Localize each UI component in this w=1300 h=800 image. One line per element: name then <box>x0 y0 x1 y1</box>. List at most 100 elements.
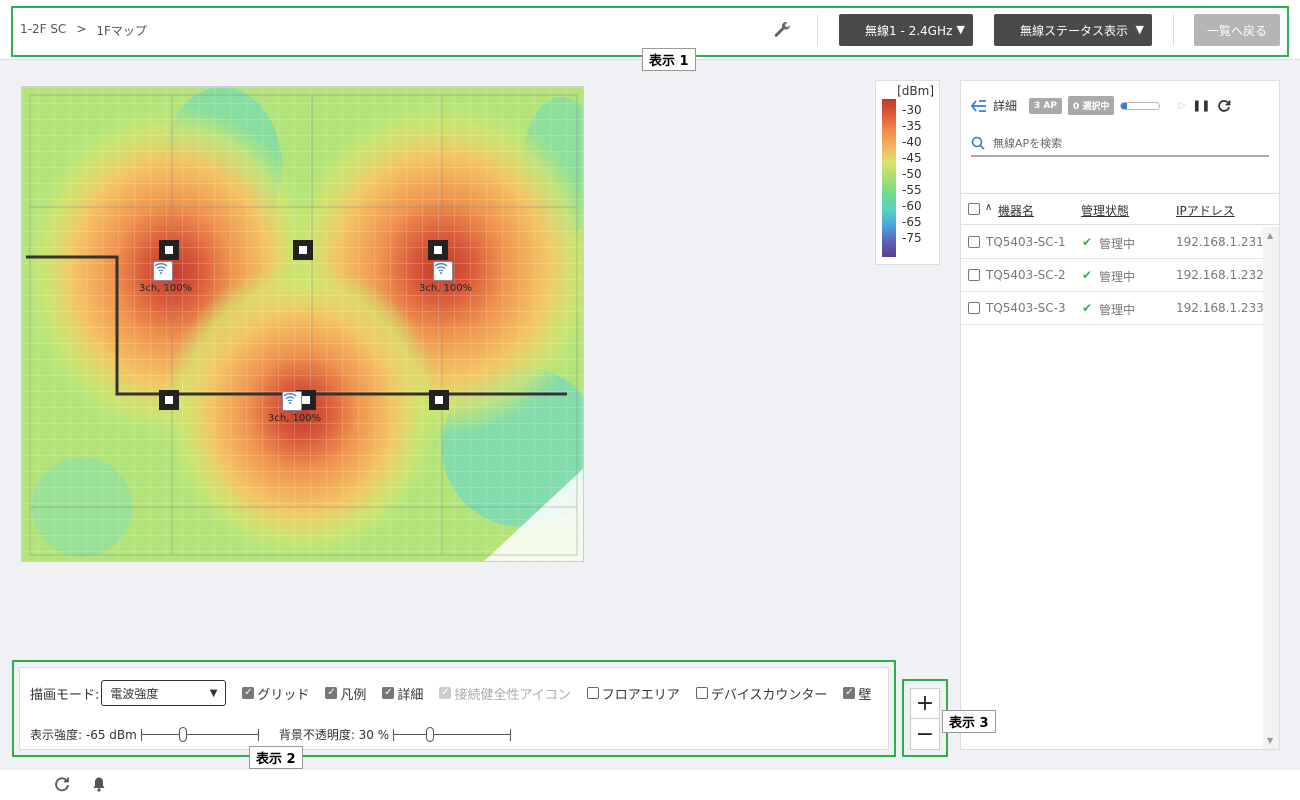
select-all-checkbox[interactable] <box>968 203 980 215</box>
wall-checkbox[interactable]: ✓ 壁 <box>843 684 871 703</box>
floor-area-checkbox[interactable]: フロアエリア <box>586 684 680 703</box>
refresh-progress-bar <box>1120 101 1161 110</box>
collapse-panel-icon[interactable] <box>971 99 987 112</box>
selected-count-badge: 0 選択中 <box>1067 96 1115 115</box>
check-icon: ✔ <box>1082 301 1093 315</box>
ap-name: TQ5403-SC-2 <box>986 268 1066 282</box>
ap-ip: 192.168.1.233 <box>1176 301 1264 315</box>
strength-slider[interactable] <box>140 726 259 742</box>
wifi-ap-icon[interactable] <box>153 261 173 281</box>
callout-label-1: 表示 1 <box>642 48 696 71</box>
legend-tick: -45 <box>902 151 922 165</box>
refresh-icon[interactable] <box>1217 99 1231 113</box>
grid-checkbox[interactable]: ✓ グリッド <box>242 684 309 703</box>
dropdown-arrow-icon: ▼ <box>1135 23 1144 36</box>
floor-heatmap[interactable]: 3ch, 100% 3ch, 100% 3ch, 100% <box>21 86 584 562</box>
wrench-icon[interactable] <box>772 20 792 40</box>
check-icon: ✔ <box>1082 268 1093 282</box>
zoom-controls: + − <box>910 688 940 750</box>
panel-header: 詳細 3 AP 0 選択中 ▷ ❚❚ <box>971 96 1231 115</box>
column-header-name[interactable]: 機器名 <box>998 202 1034 219</box>
legend-tick: -65 <box>902 215 922 229</box>
zoom-in-button[interactable]: + <box>911 689 939 719</box>
ap-status: 管理中 <box>1099 237 1136 251</box>
play-icon[interactable]: ▷ <box>1178 100 1186 111</box>
slider-end <box>510 728 512 741</box>
slider-end <box>257 728 259 741</box>
strength-label: 表示強度: -65 dBm <box>30 728 137 742</box>
column-header-status[interactable]: 管理状態 <box>1081 202 1129 219</box>
checkbox-label: 壁 <box>858 687 872 703</box>
table-row[interactable]: TQ5403-SC-1 ✔ 管理中 192.168.1.231 <box>961 226 1264 259</box>
slider-thumb[interactable] <box>426 726 435 742</box>
checkbox-label: 凡例 <box>340 687 367 703</box>
back-to-list-button[interactable]: 一覧へ戻る <box>1194 14 1280 46</box>
slider-thumb[interactable] <box>179 726 188 742</box>
legend-tick: -55 <box>902 183 922 197</box>
pause-icon[interactable]: ❚❚ <box>1192 99 1210 112</box>
status-view-select[interactable]: 無線ステータス表示 ▼ <box>994 14 1152 46</box>
table-scrollbar[interactable]: ▲ ▼ <box>1263 227 1279 749</box>
chevron-down-icon: ▼ <box>209 687 218 699</box>
legend-tick: -35 <box>902 119 922 133</box>
callout-label-3: 表示 3 <box>942 710 996 733</box>
ap-channel-label: 3ch, 100% <box>268 413 322 424</box>
legend-tick: -60 <box>902 199 922 213</box>
row-checkbox[interactable] <box>968 236 980 248</box>
wall-anchor-node[interactable] <box>159 390 179 410</box>
wall-anchor-node[interactable] <box>159 240 179 260</box>
slider-end <box>393 728 395 741</box>
opacity-slider[interactable] <box>393 726 512 742</box>
wifi-icon <box>154 263 168 274</box>
row-checkbox[interactable] <box>968 269 980 281</box>
checkbox-box: ✓ <box>382 687 395 699</box>
draw-mode-select[interactable]: 電波強度 ▼ <box>101 680 227 706</box>
wifi-ap-icon[interactable] <box>282 391 302 411</box>
wifi-icon <box>434 263 448 274</box>
checkbox-box: ✓ <box>242 687 255 699</box>
checkbox-box: ✓ <box>843 687 856 699</box>
bell-icon[interactable] <box>91 776 107 792</box>
scroll-down-icon[interactable]: ▼ <box>1267 736 1273 745</box>
check-icon: ✔ <box>1082 235 1093 249</box>
ap-ip: 192.168.1.231 <box>1176 235 1264 249</box>
ap-ip: 192.168.1.232 <box>1176 268 1264 282</box>
display-controls: 描画モード: 電波強度 ▼ ✓ グリッド ✓ 凡例 ✓ 詳細 ✓ 接続健全性アイコン フ… <box>19 667 889 750</box>
wifi-icon <box>283 393 297 404</box>
breadcrumb-current: 1Fマップ <box>96 24 147 38</box>
slider-end <box>140 728 142 741</box>
table-row[interactable]: TQ5403-SC-3 ✔ 管理中 192.168.1.233 <box>961 292 1264 325</box>
ap-channel-label: 3ch, 100% <box>419 283 473 294</box>
wall-anchor-node[interactable] <box>428 240 448 260</box>
slider-track <box>140 733 259 735</box>
legend-tick: -75 <box>902 231 922 245</box>
scroll-up-icon[interactable]: ▲ <box>1267 231 1273 240</box>
breadcrumb: 1-2F SC > 1Fマップ <box>20 22 147 39</box>
checkbox-label: デバイスカウンター <box>710 687 828 703</box>
heatmap-canvas <box>22 87 583 561</box>
wifi-ap-icon[interactable] <box>433 261 453 281</box>
ap-search-input[interactable]: 無線APを検索 <box>971 131 1269 157</box>
table-row[interactable]: TQ5403-SC-2 ✔ 管理中 192.168.1.232 <box>961 259 1264 292</box>
legend-checkbox[interactable]: ✓ 凡例 <box>325 684 366 703</box>
wall-anchor-node[interactable] <box>293 240 313 260</box>
band-select[interactable]: 無線1 - 2.4GHz ▼ <box>839 14 973 46</box>
checkbox-box <box>695 687 708 699</box>
detail-checkbox[interactable]: ✓ 詳細 <box>382 684 423 703</box>
wall-anchor-node[interactable] <box>429 390 449 410</box>
row-checkbox[interactable] <box>968 302 980 314</box>
health-icon-checkbox: ✓ 接続健全性アイコン <box>439 684 571 703</box>
checkbox-box: ✓ <box>325 687 338 699</box>
progress-fill <box>1121 102 1128 109</box>
slider-track <box>393 733 512 735</box>
breadcrumb-site[interactable]: 1-2F SC <box>20 22 66 39</box>
band-select-value: 無線1 - 2.4GHz <box>865 23 953 38</box>
refresh-icon[interactable] <box>54 776 70 792</box>
zoom-out-button[interactable]: − <box>911 719 939 749</box>
device-counter-checkbox[interactable]: デバイスカウンター <box>695 684 828 703</box>
divider <box>817 14 818 46</box>
sort-indicator: ∧ <box>985 202 993 213</box>
status-footer <box>0 770 1300 800</box>
checkbox-label: 詳細 <box>397 687 424 703</box>
column-header-ip[interactable]: IPアドレス <box>1176 202 1235 219</box>
